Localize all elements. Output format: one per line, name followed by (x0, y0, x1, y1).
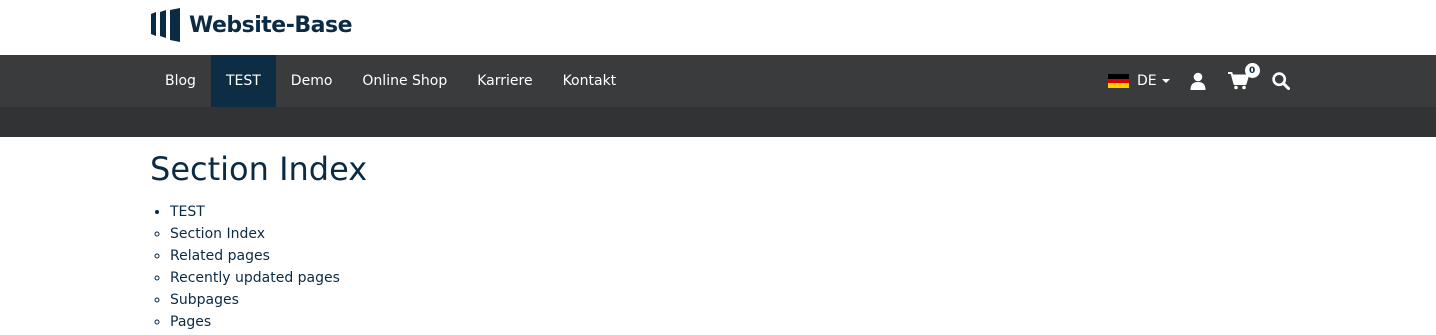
section-index-list: TEST Section Index Related pages Recentl… (150, 201, 1436, 333)
link-recently-updated-pages[interactable]: Recently updated pages (170, 270, 340, 286)
logo-mark-icon (151, 8, 180, 42)
list-item: Recently updated pages (170, 267, 1436, 289)
cart-count-badge: 0 (1244, 63, 1260, 78)
language-selector[interactable]: DE (1108, 73, 1170, 89)
link-subpages[interactable]: Subpages (170, 292, 239, 308)
site-header: Website-Base (0, 0, 1436, 55)
search-icon[interactable] (1271, 72, 1290, 90)
link-related-pages[interactable]: Related pages (170, 248, 270, 264)
list-item: Pages (170, 311, 1436, 333)
language-label: DE (1137, 73, 1157, 89)
main-navbar: Blog TEST Demo Online Shop Karriere Kont… (0, 55, 1436, 107)
main-nav: Blog TEST Demo Online Shop Karriere Kont… (150, 55, 631, 107)
list-item: Subpages (170, 289, 1436, 311)
sub-navbar (0, 107, 1436, 137)
link-pages[interactable]: Pages (170, 314, 211, 330)
nav-item-kontakt[interactable]: Kontakt (548, 55, 632, 107)
caret-down-icon (1161, 79, 1170, 83)
user-icon[interactable] (1190, 72, 1206, 90)
logo-text: Website-Base (189, 12, 353, 38)
list-item: TEST Section Index Related pages Recentl… (170, 201, 1436, 333)
list-item: Section Index (170, 223, 1436, 245)
nav-item-blog[interactable]: Blog (150, 55, 211, 107)
link-test[interactable]: TEST (170, 204, 205, 220)
section-sub-list: Section Index Related pages Recently upd… (150, 223, 1436, 333)
site-logo[interactable]: Website-Base (151, 8, 353, 42)
nav-item-karriere[interactable]: Karriere (462, 55, 547, 107)
page-title: Section Index (150, 150, 368, 188)
main-content: Section Index TEST Section Index Related… (0, 137, 1436, 333)
list-item: Related pages (170, 245, 1436, 267)
cart-button[interactable]: 0 (1227, 63, 1260, 90)
nav-item-online-shop[interactable]: Online Shop (347, 55, 462, 107)
nav-tools: DE 0 (1108, 55, 1290, 107)
germany-flag-icon (1108, 74, 1129, 89)
nav-item-test[interactable]: TEST (210, 55, 276, 107)
nav-item-demo[interactable]: Demo (276, 55, 348, 107)
link-section-index[interactable]: Section Index (170, 226, 265, 242)
